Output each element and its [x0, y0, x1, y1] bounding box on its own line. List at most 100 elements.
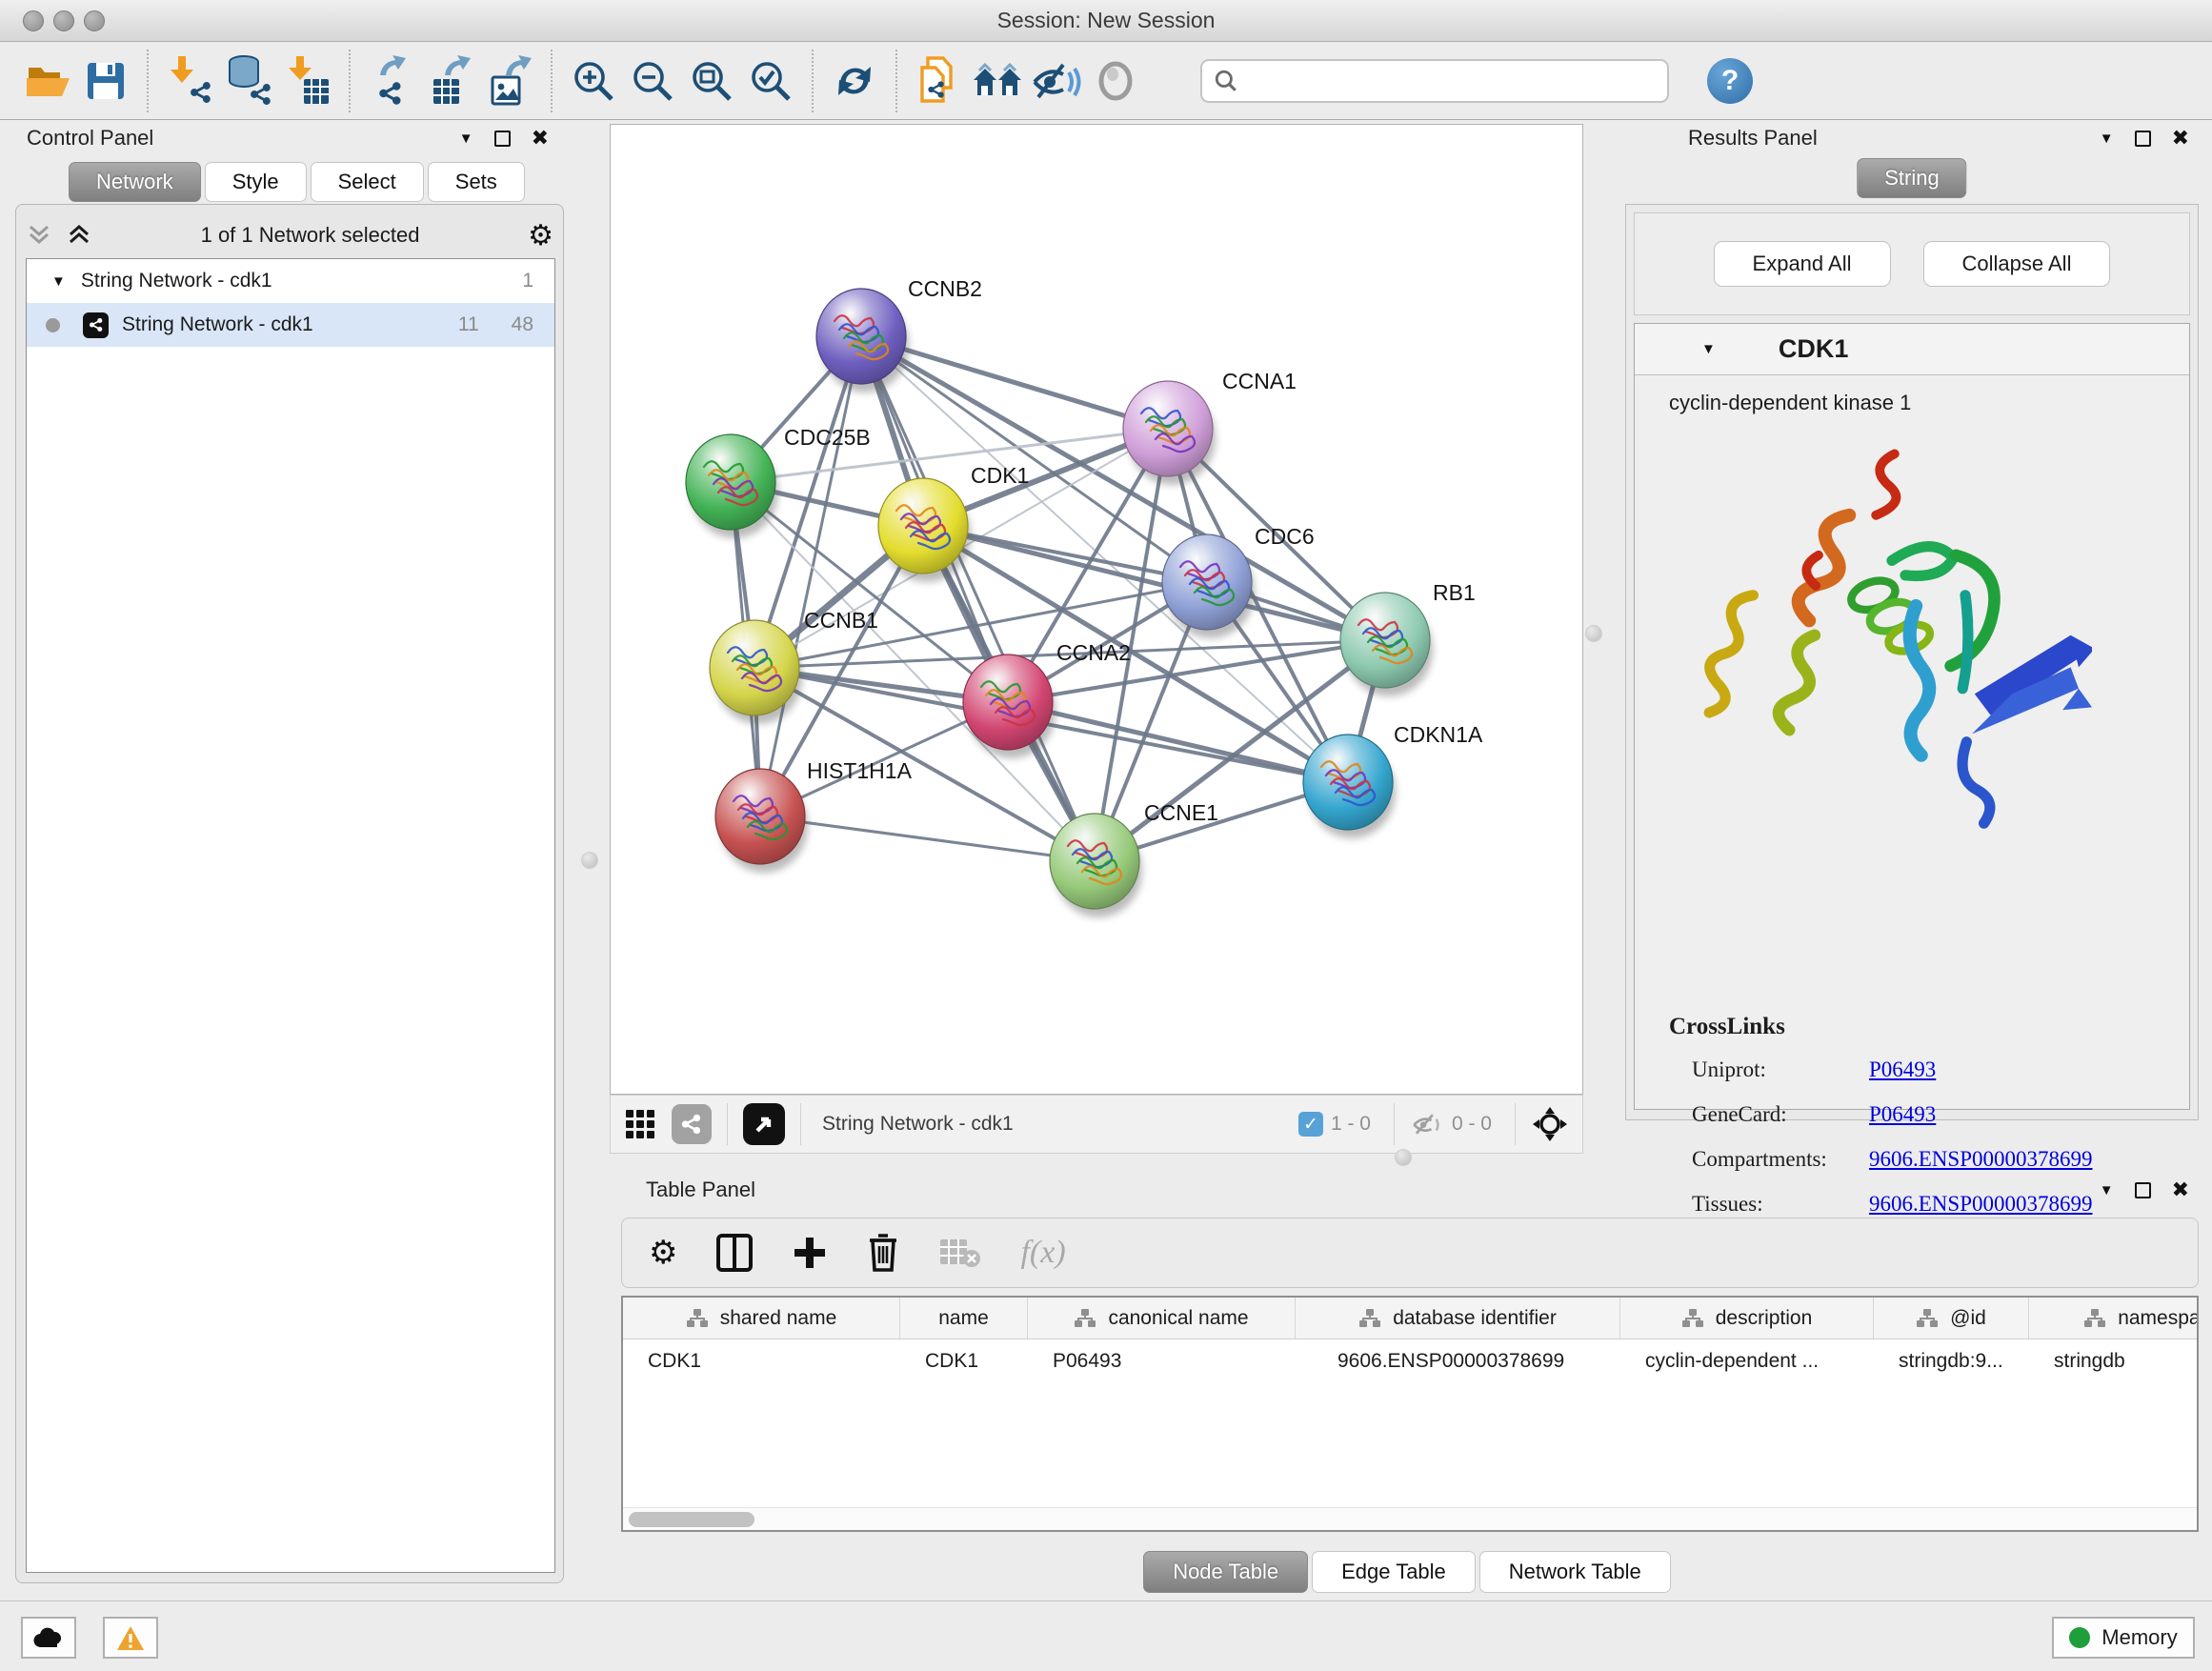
- zoom-selected-icon[interactable]: [741, 50, 800, 111]
- grid-view-icon[interactable]: [624, 1108, 656, 1140]
- node-table[interactable]: shared name name canonical name database…: [621, 1296, 2199, 1532]
- open-session-icon[interactable]: [17, 50, 76, 111]
- svg-text:HIST1H1A: HIST1H1A: [807, 758, 913, 783]
- toolbar-separator: [147, 50, 149, 112]
- network-row[interactable]: String Network - cdk1 11 48: [27, 303, 554, 347]
- network-collection-row[interactable]: ▼ String Network - cdk1 1: [27, 259, 554, 303]
- selected-checkbox-icon[interactable]: ✓: [1298, 1112, 1323, 1137]
- network-view-toolbar: String Network - cdk1 ✓ 1 - 0 0 - 0: [610, 1095, 1583, 1154]
- tab-network[interactable]: Network: [69, 162, 201, 202]
- column-header-id[interactable]: @id: [1874, 1298, 2029, 1339]
- genecard-link[interactable]: P06493: [1869, 1102, 1936, 1127]
- bottom-splitter-handle[interactable]: [1395, 1149, 1412, 1166]
- network-status-dot: [46, 318, 60, 332]
- network-view-share-icon[interactable]: [672, 1104, 712, 1144]
- zoom-out-icon[interactable]: [623, 50, 682, 111]
- svg-text:RB1: RB1: [1433, 580, 1476, 605]
- memory-button[interactable]: Memory: [2052, 1617, 2195, 1659]
- table-panel-float-icon[interactable]: [2135, 1182, 2151, 1198]
- hidden-eye-icon[interactable]: [1410, 1110, 1444, 1138]
- apply-layout-icon[interactable]: [825, 50, 884, 111]
- hide-selected-icon[interactable]: [1027, 50, 1086, 111]
- expand-all-button[interactable]: Expand All: [1714, 241, 1891, 287]
- network-view-canvas[interactable]: CCNB2CCNA1CDC25BCDK1CDC6RB1CCNB1CCNA2CDK…: [610, 124, 1583, 1095]
- control-panel: Control Panel ▼ ✖ NetworkStyleSelectSets…: [8, 124, 572, 1585]
- right-splitter-handle[interactable]: [1585, 625, 1602, 642]
- tab-network-table[interactable]: Network Table: [1479, 1551, 1671, 1593]
- save-session-icon[interactable]: [76, 50, 135, 111]
- birdseye-view-icon[interactable]: [743, 1103, 785, 1145]
- table-settings-gear-icon[interactable]: ⚙: [649, 1234, 677, 1272]
- column-header-canonical-name[interactable]: canonical name: [1028, 1298, 1296, 1339]
- network-options-gear-icon[interactable]: ⚙: [528, 219, 553, 252]
- expand-all-icon[interactable]: [66, 223, 92, 248]
- search-input[interactable]: [1248, 70, 1656, 92]
- column-header-name[interactable]: name: [900, 1298, 1028, 1339]
- first-neighbors-icon[interactable]: [968, 50, 1027, 111]
- toolbar-separator: [551, 50, 553, 112]
- export-network-icon[interactable]: [362, 50, 421, 111]
- tab-string[interactable]: String: [1857, 158, 1966, 198]
- search-icon: [1214, 69, 1238, 93]
- table-panel-close-icon[interactable]: ✖: [2172, 1179, 2189, 1200]
- results-panel-float-icon[interactable]: [2135, 131, 2151, 147]
- collection-expand-icon[interactable]: ▼: [51, 273, 66, 290]
- control-panel-close-icon[interactable]: ✖: [532, 128, 549, 149]
- delete-table-icon[interactable]: [938, 1236, 982, 1270]
- collapse-all-icon[interactable]: [26, 223, 52, 248]
- node-details-collapse-icon[interactable]: ▼: [1701, 341, 1716, 357]
- import-network-database-icon[interactable]: [219, 50, 278, 111]
- memory-status-dot: [2069, 1627, 2090, 1648]
- tab-style[interactable]: Style: [205, 162, 307, 202]
- add-column-icon[interactable]: [792, 1235, 828, 1271]
- window-title: Session: New Session: [0, 8, 2212, 33]
- node-details-card: ▼ CDK1 cyclin-dependent kinase 1: [1634, 323, 2190, 1110]
- table-row[interactable]: CDK1 CDK1 P06493 9606.ENSP00000378699 cy…: [623, 1339, 2197, 1383]
- scrollbar-thumb[interactable]: [629, 1512, 754, 1527]
- compartments-link[interactable]: 9606.ENSP00000378699: [1869, 1147, 2093, 1172]
- table-panel-menu-icon[interactable]: ▼: [2100, 1182, 2114, 1198]
- warnings-button[interactable]: [103, 1617, 158, 1659]
- fit-crosshair-icon[interactable]: [1531, 1105, 1569, 1143]
- zoom-in-icon[interactable]: [564, 50, 623, 111]
- tab-select[interactable]: Select: [311, 162, 424, 202]
- uniprot-link[interactable]: P06493: [1869, 1057, 1936, 1082]
- help-icon[interactable]: ?: [1707, 58, 1753, 104]
- toolbar-separator: [895, 50, 897, 112]
- column-header-namespace[interactable]: namespace: [2029, 1298, 2199, 1339]
- show-columns-icon[interactable]: [715, 1233, 754, 1273]
- left-splitter-handle[interactable]: [581, 852, 598, 869]
- network-view-title: String Network - cdk1: [822, 1113, 1298, 1136]
- show-all-icon[interactable]: [1086, 50, 1145, 111]
- collapse-all-button[interactable]: Collapse All: [1923, 241, 2111, 287]
- network-edge-count: 48: [512, 313, 533, 336]
- zoom-fit-icon[interactable]: [682, 50, 741, 111]
- cloud-status-button[interactable]: [21, 1617, 76, 1659]
- table-panel-title: Table Panel: [646, 1178, 755, 1202]
- tab-edge-table[interactable]: Edge Table: [1312, 1551, 1476, 1593]
- column-header-database-identifier[interactable]: database identifier: [1296, 1298, 1620, 1339]
- results-panel-menu-icon[interactable]: ▼: [2100, 131, 2114, 147]
- function-builder-icon[interactable]: f(x): [1020, 1235, 1065, 1271]
- import-network-file-icon[interactable]: [160, 50, 219, 111]
- export-table-icon[interactable]: [421, 50, 480, 111]
- string-network-graph[interactable]: CCNB2CCNA1CDC25BCDK1CDC6RB1CCNB1CCNA2CDK…: [611, 125, 1582, 1094]
- tab-node-table[interactable]: Node Table: [1143, 1551, 1308, 1593]
- table-horizontal-scrollbar[interactable]: [623, 1507, 2197, 1530]
- memory-label: Memory: [2101, 1625, 2177, 1650]
- tab-sets[interactable]: Sets: [428, 162, 525, 202]
- delete-column-icon[interactable]: [866, 1233, 900, 1273]
- column-header-shared-name[interactable]: shared name: [623, 1298, 900, 1339]
- results-panel-close-icon[interactable]: ✖: [2172, 128, 2189, 149]
- import-table-file-icon[interactable]: [278, 50, 337, 111]
- cell-name: CDK1: [900, 1350, 1028, 1373]
- node-details-header[interactable]: ▼ CDK1: [1635, 324, 2189, 375]
- control-panel-menu-icon[interactable]: ▼: [459, 131, 473, 147]
- network-tree: ▼ String Network - cdk1 1 String Network…: [26, 258, 555, 1573]
- new-network-from-selection-icon[interactable]: [909, 50, 968, 111]
- column-header-description[interactable]: description: [1620, 1298, 1874, 1339]
- svg-text:CDKN1A: CDKN1A: [1394, 722, 1483, 747]
- svg-text:CCNA1: CCNA1: [1222, 369, 1297, 393]
- export-image-icon[interactable]: [480, 50, 539, 111]
- control-panel-float-icon[interactable]: [494, 131, 511, 147]
